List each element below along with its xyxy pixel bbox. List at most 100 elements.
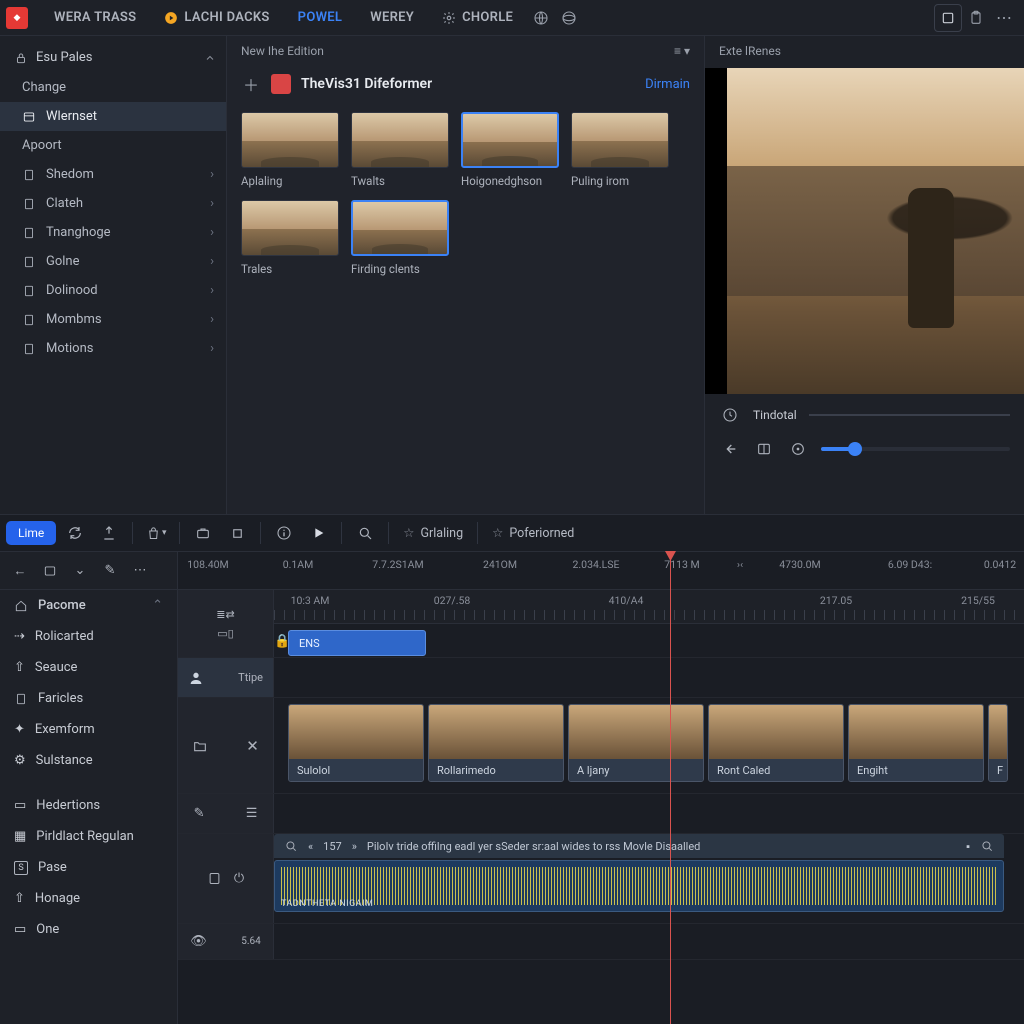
- add-media-button[interactable]: ＋: [241, 74, 261, 94]
- refresh-icon[interactable]: [60, 518, 90, 548]
- vclip-extra[interactable]: F: [988, 704, 1008, 782]
- grlaling-toggle[interactable]: ☆Grlaling: [397, 525, 469, 541]
- tl-cat-rolicarted[interactable]: ⇢Rolicarted: [0, 621, 177, 652]
- thumb-aplaling[interactable]: Aplaling: [241, 112, 339, 188]
- audio-waveform[interactable]: TADNTHETA NIGAIM: [274, 860, 1004, 912]
- thumb-twalts[interactable]: Twalts: [351, 112, 449, 188]
- tl-cat-exemform[interactable]: ✦Exemform: [0, 714, 177, 745]
- tab-werey[interactable]: WEREY: [356, 2, 428, 33]
- track-person-label: Ttipe: [238, 671, 263, 684]
- tl-cat-hedertions[interactable]: ▭Hedertions: [0, 790, 177, 821]
- poferiorned-toggle[interactable]: ☆Poferiorned: [486, 525, 580, 541]
- window-icon[interactable]: [934, 4, 962, 32]
- pen-icon[interactable]: ✎: [98, 559, 122, 583]
- tl-cat-seauce[interactable]: ⇧Seauce: [0, 652, 177, 683]
- lime-button[interactable]: Lime: [6, 521, 56, 545]
- briefcase-icon[interactable]: [188, 518, 218, 548]
- sidebar-item-clateh[interactable]: Clateh›: [0, 189, 226, 218]
- play-icon[interactable]: [303, 518, 333, 548]
- clock-icon[interactable]: [719, 404, 741, 426]
- globe-icon[interactable]: [527, 4, 555, 32]
- track-head-audio[interactable]: ⏻: [178, 834, 274, 923]
- track-lane-ruler[interactable]: 10:3 AM 027/.58 410/A4 217.05 215/55 🔒 E…: [274, 590, 1024, 657]
- search-icon[interactable]: [350, 518, 380, 548]
- bag-icon[interactable]: ▾: [141, 518, 171, 548]
- track-head-edit[interactable]: ✎ ☰: [178, 794, 274, 833]
- thumb-hoigon[interactable]: Hoigonedghson: [461, 112, 559, 188]
- search-icon[interactable]: [980, 839, 994, 853]
- preview-zoom-slider[interactable]: [821, 447, 1010, 451]
- tl-cat-honage[interactable]: ⇧Honage: [0, 883, 177, 914]
- vclip-sulolol[interactable]: Sulolol: [288, 704, 424, 782]
- more-icon[interactable]: ⋯: [990, 4, 1018, 32]
- track-lane-person[interactable]: [274, 658, 1024, 697]
- sidebar-item-wlernset[interactable]: Wlernset: [0, 102, 226, 131]
- audio-info-bar[interactable]: « 157 » PiloIv tride offilng eadl yer sS…: [274, 834, 1004, 858]
- pen-icon[interactable]: ✎: [194, 806, 205, 821]
- sidebar-item-shedom[interactable]: Shedom›: [0, 160, 226, 189]
- vclip-rollarimedo[interactable]: Rollarimedo: [428, 704, 564, 782]
- sidebar-item-tnanghoge[interactable]: Tnanghoge›: [0, 218, 226, 247]
- text-clip[interactable]: ENS: [288, 630, 426, 656]
- tab-chorle[interactable]: CHORLE: [428, 2, 527, 33]
- sphere-icon[interactable]: [555, 4, 583, 32]
- tab-powel[interactable]: POWEL: [284, 2, 357, 33]
- sidebar-item-dolinood[interactable]: Dolinood›: [0, 276, 226, 305]
- preview-time-track[interactable]: [809, 414, 1010, 416]
- tab-wera[interactable]: WERA TRASS: [40, 2, 150, 33]
- timeline-ruler[interactable]: 108.40M 0.1AM 7.7.2S1AM 241OM 2.034.LSE …: [178, 552, 1024, 590]
- thumb-trales[interactable]: Trales: [241, 200, 339, 276]
- tl-cat-sulstance[interactable]: ⚙Sulstance: [0, 745, 177, 776]
- power-icon[interactable]: ⏻: [234, 871, 244, 886]
- sidebar-header[interactable]: Esu Pales: [0, 42, 226, 73]
- chevron-down-icon[interactable]: ⌄: [68, 559, 92, 583]
- sidebar-item-golne[interactable]: Golne›: [0, 247, 226, 276]
- project-title: TheVis31 Difeformer: [301, 76, 432, 92]
- panel-small-icon[interactable]: [38, 559, 62, 583]
- back-small-icon[interactable]: ←: [8, 559, 32, 583]
- track-head-video[interactable]: ✕: [178, 698, 274, 793]
- media-header-menu-icon[interactable]: ≡ ▾: [674, 44, 690, 58]
- app-logo[interactable]: ◆: [6, 7, 28, 29]
- stop-icon[interactable]: [222, 518, 252, 548]
- track-lane-edit[interactable]: [274, 794, 1024, 833]
- preview-viewport[interactable]: [705, 68, 1024, 394]
- menu-icon[interactable]: ☰: [246, 806, 258, 821]
- vclip-rontcaled[interactable]: Ront Caled: [708, 704, 844, 782]
- track-lane-audio[interactable]: « 157 » PiloIv tride offilng eadl yer sS…: [274, 834, 1024, 923]
- target-icon[interactable]: [787, 438, 809, 460]
- media-link[interactable]: Dirmain: [645, 77, 690, 92]
- vclip-engiht[interactable]: Engiht: [848, 704, 984, 782]
- clipboard-icon[interactable]: [962, 4, 990, 32]
- share-icon: ⇢: [14, 629, 25, 644]
- person-icon: [188, 670, 204, 686]
- sidebar-item-mombms[interactable]: Mombms›: [0, 305, 226, 334]
- tl-cat-faricles[interactable]: Faricles: [0, 683, 177, 714]
- track-lane-video[interactable]: Sulolol Rollarimedo A ljany Ront Caled E…: [274, 698, 1024, 793]
- eye-icon[interactable]: 👁: [190, 934, 207, 949]
- tl-cat-pirldlact[interactable]: ▦Pirldlact Regulan: [0, 821, 177, 852]
- export-icon[interactable]: [94, 518, 124, 548]
- sidebar-item-motions[interactable]: Motions›: [0, 334, 226, 363]
- track-lane-eye[interactable]: [274, 924, 1024, 959]
- playhead[interactable]: [670, 552, 671, 1024]
- tab-lachi[interactable]: LACHI DACKS: [150, 2, 283, 33]
- film-icon: ▭▯: [217, 627, 233, 640]
- vclip-aljany[interactable]: A ljany: [568, 704, 704, 782]
- dots-icon[interactable]: ⋯: [128, 559, 152, 583]
- track-head-marker[interactable]: ≣⇄ ▭▯: [178, 590, 274, 657]
- info-icon[interactable]: [269, 518, 299, 548]
- sidebar-item-apoort[interactable]: Apoort: [0, 131, 226, 160]
- tl-cat-pase[interactable]: SPase: [0, 852, 177, 883]
- close-icon[interactable]: ✕: [246, 737, 259, 755]
- tl-cat-pacome[interactable]: Pacome⌃: [0, 590, 177, 621]
- mini-cam-icon[interactable]: ▪: [966, 840, 970, 853]
- tl-cat-one[interactable]: ▭One: [0, 914, 177, 945]
- thumb-puling[interactable]: Puling irom: [571, 112, 669, 188]
- back-icon[interactable]: [719, 438, 741, 460]
- layout-icon[interactable]: [753, 438, 775, 460]
- track-head-eye[interactable]: 👁 5.64: [178, 924, 274, 959]
- sidebar-item-change[interactable]: Change: [0, 73, 226, 102]
- thumb-firding[interactable]: Firding clents: [351, 200, 449, 276]
- track-head-person[interactable]: Ttipe: [178, 658, 274, 697]
